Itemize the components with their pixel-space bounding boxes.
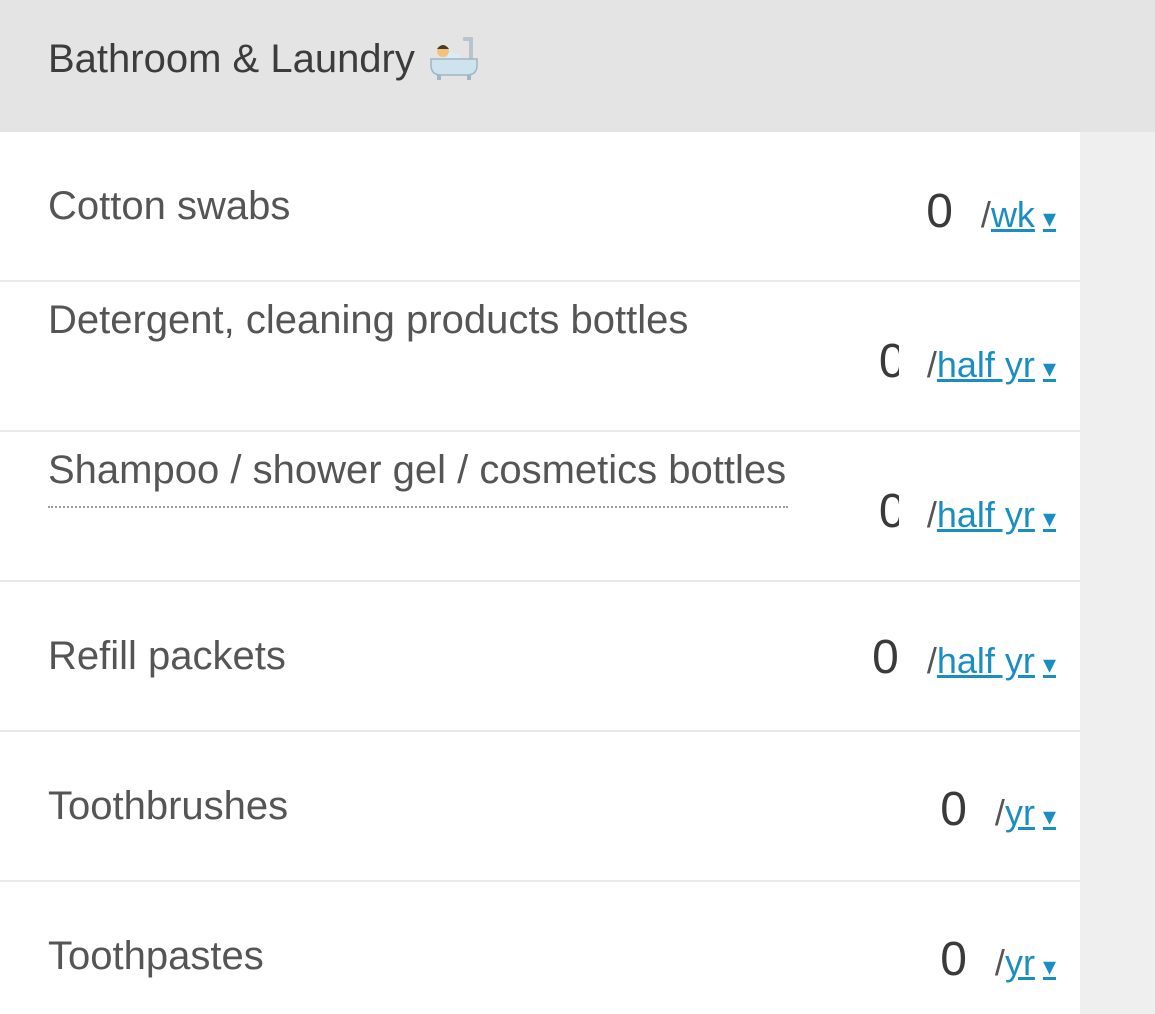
- quantity-input[interactable]: 0: [913, 184, 953, 239]
- list-item: Detergent, cleaning products bottles 0 /…: [0, 282, 1080, 432]
- period-label: yr: [1004, 792, 1035, 833]
- item-frequency: 0 / half yr ▾: [859, 630, 1056, 685]
- scroll-gutter: [1080, 132, 1155, 1014]
- list-item: Cotton swabs 0 / wk ▾: [0, 132, 1080, 282]
- quantity-input[interactable]: 0: [927, 782, 967, 837]
- period-dropdown[interactable]: yr ▾: [1005, 792, 1056, 834]
- item-label: Refill packets: [48, 634, 286, 678]
- list-item: Refill packets 0 / half yr ▾: [0, 582, 1080, 732]
- unit-prefix: /: [926, 494, 937, 535]
- chevron-down-icon: ▾: [1042, 503, 1056, 533]
- unit-prefix: /: [926, 344, 937, 385]
- section-title-wrap: Bathroom & Laundry: [48, 35, 481, 83]
- list-item: Shampoo / shower gel / cosmetics bottles…: [0, 432, 1080, 582]
- unit-prefix: /: [994, 792, 1005, 833]
- item-label: Toothpastes: [48, 934, 264, 978]
- chevron-down-icon: ▾: [1042, 649, 1056, 679]
- item-frequency: 0 / half yr ▾: [879, 334, 1056, 389]
- list-item: Toothpastes 0 / yr ▾: [0, 882, 1080, 1014]
- quantity-input[interactable]: 0: [879, 484, 899, 539]
- item-label: Toothbrushes: [48, 784, 289, 828]
- list-item: Toothbrushes 0 / yr ▾: [0, 732, 1080, 882]
- period-label: yr: [1004, 942, 1035, 983]
- chevron-down-icon: ▾: [1042, 353, 1056, 383]
- period-dropdown[interactable]: half yr ▾: [937, 344, 1056, 386]
- quantity-input[interactable]: 0: [927, 932, 967, 987]
- item-frequency: 0 / wk ▾: [913, 184, 1056, 239]
- item-label: Shampoo / shower gel / cosmetics bottles: [48, 436, 788, 508]
- unit-prefix: /: [926, 640, 937, 681]
- unit-prefix: /: [980, 194, 991, 235]
- quantity-input[interactable]: 0: [879, 334, 899, 389]
- item-label: Detergent, cleaning products bottles: [48, 298, 689, 342]
- chevron-down-icon: ▾: [1042, 801, 1056, 831]
- bathtub-icon: [429, 35, 481, 83]
- chevron-down-icon: ▾: [1042, 951, 1056, 981]
- item-label: Cotton swabs: [48, 184, 291, 228]
- period-dropdown[interactable]: wk ▾: [991, 194, 1056, 236]
- chevron-down-icon: ▾: [1042, 203, 1056, 233]
- period-label: wk: [990, 194, 1035, 235]
- unit-prefix: /: [994, 942, 1005, 983]
- item-frequency: 0 / half yr ▾: [879, 484, 1056, 539]
- section-title: Bathroom & Laundry: [48, 36, 415, 81]
- period-label: half yr: [936, 494, 1035, 535]
- period-dropdown[interactable]: yr ▾: [1005, 942, 1056, 984]
- item-frequency: 0 / yr ▾: [927, 782, 1056, 837]
- quantity-input[interactable]: 0: [859, 630, 899, 685]
- period-label: half yr: [936, 344, 1035, 385]
- section-header: Bathroom & Laundry: [0, 0, 1155, 132]
- item-frequency: 0 / yr ▾: [927, 932, 1056, 987]
- period-dropdown[interactable]: half yr ▾: [937, 640, 1056, 682]
- period-dropdown[interactable]: half yr ▾: [937, 494, 1056, 536]
- period-label: half yr: [936, 640, 1035, 681]
